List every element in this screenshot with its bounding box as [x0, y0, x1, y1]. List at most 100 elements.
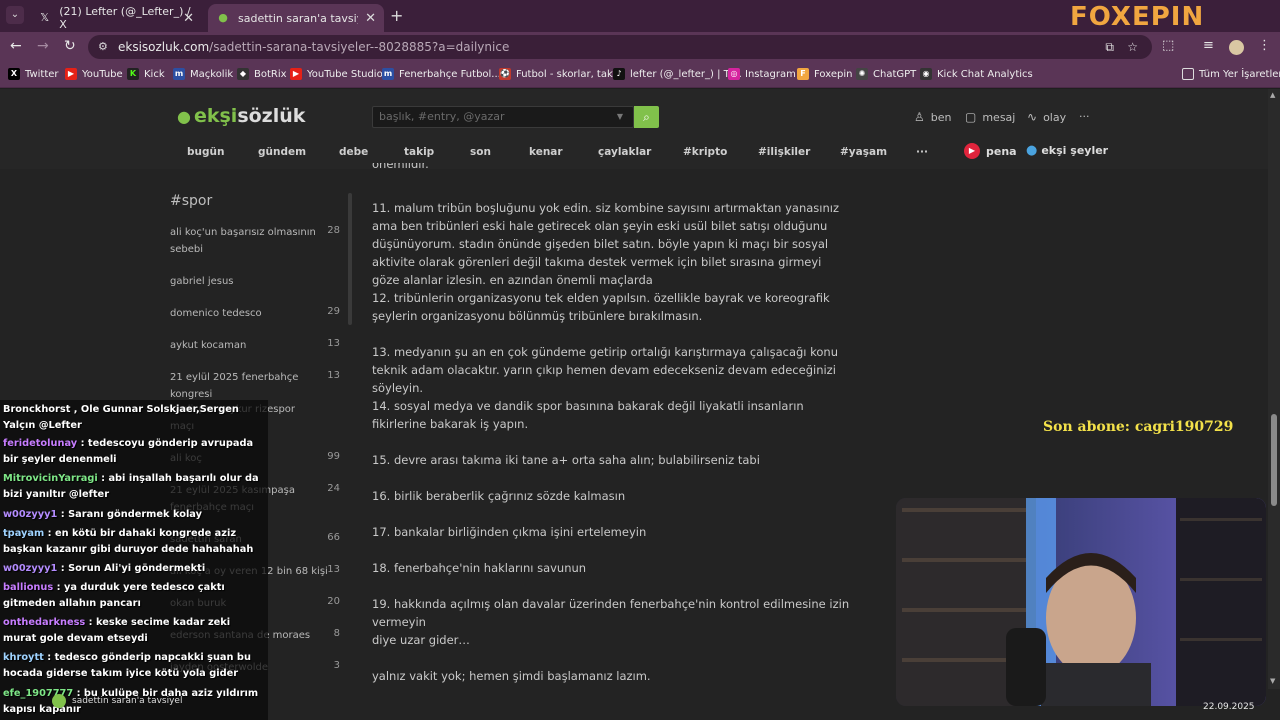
bookmark-label: Fenerbahçe Futbol... — [399, 68, 501, 80]
menu-mesaj[interactable]: ▢ mesaj — [965, 110, 1015, 124]
menu-more[interactable]: ··· — [1079, 110, 1090, 123]
site-logo[interactable]: ● ekşisözlük — [177, 105, 305, 127]
bookmark-instagram[interactable]: ◎ Instagram — [728, 68, 796, 80]
logo-text-b: sözlük — [237, 105, 306, 127]
scrollbar-thumb[interactable] — [1271, 414, 1277, 506]
user-icon: ♙ — [914, 110, 925, 124]
bookmark-youtube-studio[interactable]: ▶ YouTube Studio — [290, 68, 383, 80]
bookmark-youtube[interactable]: ▶ YouTube — [65, 68, 123, 80]
eksi-seyler-link[interactable]: ● ekşi şeyler — [1026, 143, 1108, 158]
bookmark-label: Kick Chat Analytics — [937, 68, 1033, 80]
chat-user: tpayam — [3, 528, 45, 539]
sidebar-scrollbar[interactable] — [348, 193, 352, 325]
bookmark-mackolik[interactable]: m Maçkolik — [173, 68, 233, 80]
tab-twitter[interactable]: 𝕏 (21) Lefter (@_Lefter_) / X ✕ — [30, 4, 202, 32]
menu-icon[interactable]: ⋮ — [1258, 38, 1271, 53]
sidebar-count: 8 — [333, 628, 340, 639]
bookmark-kick-chat[interactable]: ◉ Kick Chat Analytics — [920, 68, 1033, 80]
chat-message: ballionus : ya durduk yere tedesco çaktı… — [3, 582, 225, 609]
bookmark-star-icon[interactable]: ☆ — [1127, 35, 1138, 59]
pena-link[interactable]: ▶ pena — [964, 143, 1017, 159]
nav-caylaklar[interactable]: çaylaklar — [598, 146, 651, 158]
sidebar-count: 13 — [327, 370, 340, 381]
sidebar-item[interactable]: aykut kocaman — [170, 337, 340, 354]
back-icon[interactable]: ← — [10, 38, 22, 54]
entry-paragraph: 11. malum tribün boşluğunu yok edin. siz… — [372, 201, 840, 287]
nav-takip[interactable]: takip — [404, 146, 434, 158]
chat-analytics-icon: ◉ — [920, 68, 932, 80]
drop-icon: ● — [177, 107, 191, 126]
chevron-down-icon[interactable]: ▼ — [617, 107, 623, 127]
url-path: /sadettin-sarana-tavsiyeler--8028885?a=d… — [209, 40, 510, 54]
bookmark-all[interactable]: Tüm Yer İşaretleri — [1182, 68, 1280, 80]
taskbar-date: 22.09.2025 — [1203, 702, 1255, 712]
search-button[interactable]: ⌕ — [634, 106, 659, 128]
message-icon: ▢ — [965, 110, 977, 124]
menu-ben[interactable]: ♙ ben — [914, 110, 952, 124]
scroll-up-icon[interactable]: ▲ — [1270, 91, 1275, 99]
bookmark-fenerbahce[interactable]: m Fenerbahçe Futbol... — [382, 68, 501, 80]
bookmark-label: BotRix — [254, 68, 287, 80]
bookmark-kick[interactable]: K Kick — [127, 68, 165, 80]
chat-message: MitrovicinYarragi : abi inşallah başarıl… — [3, 473, 259, 500]
nav-bugun[interactable]: bugün — [187, 146, 224, 158]
chat-message: onthedarkness : keske secime kadar zeki … — [3, 617, 231, 644]
nav-son[interactable]: son — [470, 146, 491, 158]
address-bar[interactable]: ⚙ eksisozluk.com/sadettin-sarana-tavsiye… — [88, 35, 1152, 59]
extensions-icon[interactable]: ⬚ — [1162, 38, 1174, 53]
bookmark-foxepin[interactable]: F Foxepin — [797, 68, 852, 80]
reload-icon[interactable]: ↻ — [64, 38, 76, 54]
bookmark-botrix[interactable]: ◆ BotRix — [237, 68, 287, 80]
chat-message: tpayam : en kötü bir dahaki kongrede azi… — [3, 528, 254, 555]
nav-iliskiler[interactable]: #ilişkiler — [758, 146, 810, 158]
nav-debe[interactable]: debe — [339, 146, 368, 158]
fenerbahce-icon: m — [382, 68, 394, 80]
entry-paragraph: diye uzar gider… — [372, 633, 470, 647]
pena-icon: ▶ — [964, 143, 980, 159]
page-scrollbar[interactable]: ▲ ▼ — [1268, 89, 1280, 689]
bookmark-twitter[interactable]: X Twitter — [8, 68, 59, 80]
entry-paragraph: 15. devre arası takıma iki tane a+ orta … — [372, 453, 760, 467]
tab-title: sadettin saran'a tavsiyeler - sor — [238, 11, 358, 25]
entry-paragraph: 19. hakkında açılmış olan davalar üzerin… — [372, 597, 850, 629]
menu-olay[interactable]: ∿ olay — [1027, 110, 1066, 124]
nav-kripto[interactable]: #kripto — [683, 146, 727, 158]
profile-avatar-icon[interactable] — [1229, 40, 1244, 55]
entry-paragraph: 16. birlik beraberlik çağrınız sözde kal… — [372, 489, 626, 503]
chat-user: w00zyyy1 — [3, 563, 58, 574]
install-icon[interactable]: ⧉ — [1105, 35, 1114, 59]
search-placeholder: başlık, #entry, @yazar — [379, 110, 505, 123]
bookmark-futbol[interactable]: ⚽ Futbol - skorlar, tak... — [499, 68, 622, 80]
nav-gundem[interactable]: gündem — [258, 146, 306, 158]
search-input[interactable]: başlık, #entry, @yazar ▼ — [372, 106, 634, 128]
site-info-icon[interactable]: ⚙ — [98, 35, 108, 59]
chat-user: onthedarkness — [3, 617, 86, 628]
bookmark-label: Foxepin — [814, 68, 853, 80]
media-icon[interactable]: ≡ — [1203, 38, 1214, 53]
sidebar-item[interactable]: gabriel jesus — [170, 273, 340, 290]
tab-eksisozluk[interactable]: ● sadettin saran'a tavsiyeler - sor ✕ — [208, 4, 384, 32]
bookmark-chatgpt[interactable]: ✺ ChatGPT — [856, 68, 916, 80]
brand-overlay-logo: FOXEPIN — [1070, 2, 1205, 32]
sidebar-item[interactable]: domenico tedesco — [170, 305, 340, 322]
close-icon[interactable]: ✕ — [183, 11, 194, 26]
sidebar-count: 3 — [333, 660, 340, 671]
new-tab-button[interactable]: + — [390, 6, 403, 25]
nav-kenar[interactable]: kenar — [529, 146, 563, 158]
close-icon[interactable]: ✕ — [365, 11, 376, 26]
nav-yasam[interactable]: #yaşam — [840, 146, 887, 158]
chat-text: Saranı göndermek kolay — [68, 509, 202, 520]
botrix-icon: ◆ — [237, 68, 249, 80]
forward-icon[interactable]: → — [37, 38, 49, 54]
nav-more[interactable]: ··· — [916, 146, 928, 158]
bookmark-tiktok[interactable]: ♪ lefter (@_lefter_) | Ti... — [613, 68, 742, 80]
tab-search-button[interactable]: ⌄ — [6, 6, 24, 24]
taskbar-item-label: sadettin saran'a tavsiyel — [72, 696, 183, 706]
sidebar-item[interactable]: ali koç'un başarısız olmasının sebebi — [170, 224, 320, 258]
menu-label: mesaj — [982, 110, 1016, 124]
browser-toolbar: ← → ↻ ⚙ eksisozluk.com/sadettin-sarana-t… — [0, 32, 1280, 62]
bookmark-label: Kick — [144, 68, 165, 80]
sidebar-item[interactable]: 21 eylül 2025 fenerbahçe kongresi — [170, 369, 340, 403]
scroll-down-icon[interactable]: ▼ — [1270, 677, 1275, 685]
taskbar-item[interactable]: sadettin saran'a tavsiyel — [52, 694, 182, 708]
